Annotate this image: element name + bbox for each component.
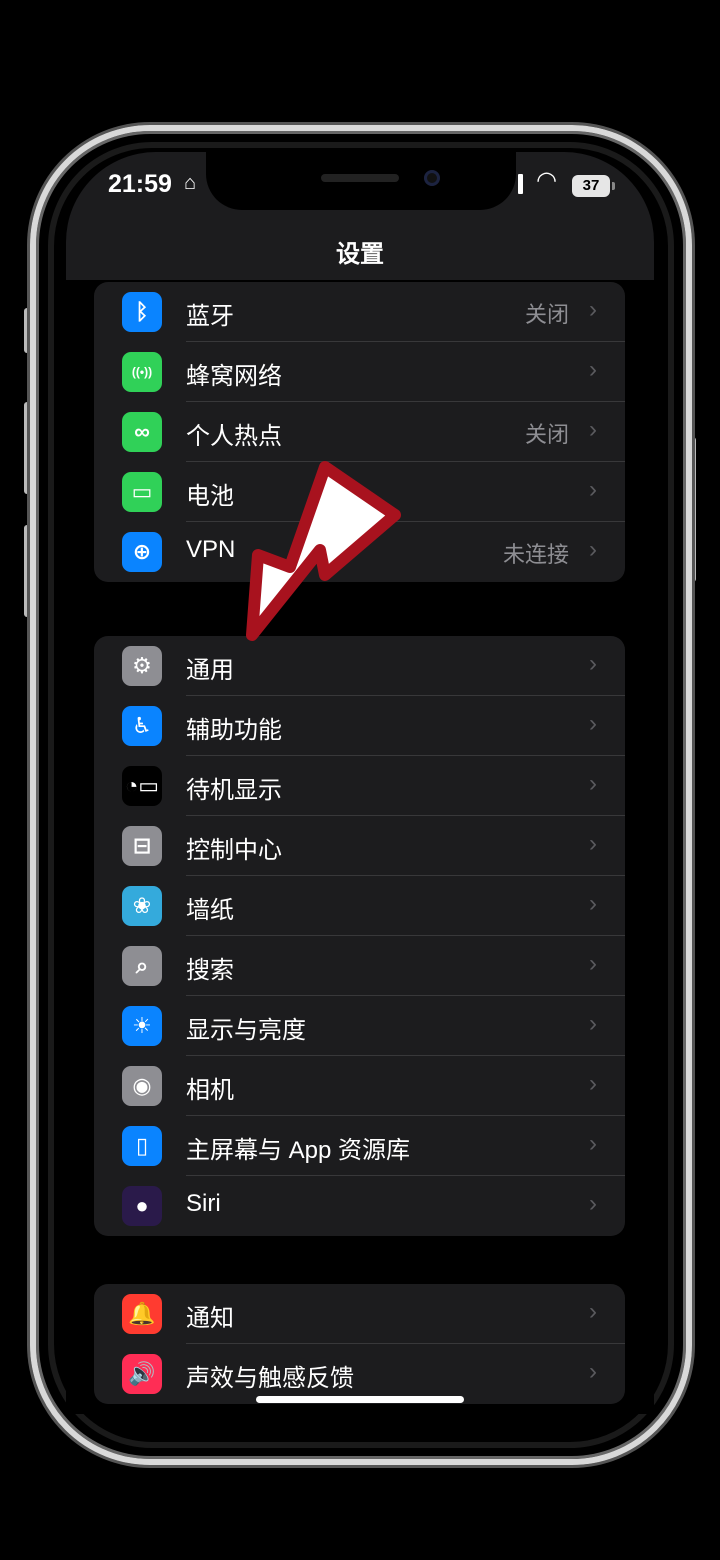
row-label: 墙纸 [186,897,234,924]
bluetooth-icon: ᛒ [122,292,162,332]
signal-icon [518,174,523,194]
home-screen-icon: ▯ [122,1126,162,1166]
chevron-right-icon: › [589,890,597,917]
hotspot-icon: ∞ [122,412,162,452]
nav-bar: 设置 [66,230,654,280]
chevron-right-icon: › [589,1298,597,1325]
row-label: 电池 [186,483,234,510]
row-label: VPN [186,536,236,563]
battery-indicator: 37 [572,175,615,197]
chevron-right-icon: › [589,356,597,383]
row-label: 蓝牙 [186,303,234,330]
chevron-right-icon: › [589,1358,597,1385]
wallpaper-icon: ❀ [122,886,162,926]
settings-row-camera[interactable]: ◉ 相机 › [94,1056,625,1116]
accessibility-icon: ♿ [122,706,162,746]
row-label: 控制中心 [186,837,282,864]
row-label: 显示与亮度 [186,1017,306,1044]
settings-row-brightness[interactable]: ☀ 显示与亮度 › [94,996,625,1056]
general-group: ⚙ 通用 › ♿ 辅助功能 › ◔▭ 待机显示 › ⊟ 控制中心 › ❀ 墙纸 › ⌕ 搜索 › ☀ 显示与亮度 › ◉ 相… [94,636,625,1236]
page-title: 设置 [336,241,384,268]
gear-icon: ⚙ [122,646,162,686]
search-icon: ⌕ [122,946,162,986]
settings-row-accessibility[interactable]: ♿ 辅助功能 › [94,696,625,756]
chevron-right-icon: › [589,296,597,323]
settings-row-search[interactable]: ⌕ 搜索 › [94,936,625,996]
settings-row-hotspot[interactable]: ∞ 个人热点 关闭 › [94,402,625,462]
row-label: Siri [186,1190,221,1217]
settings-row-cellular[interactable]: ((•)) 蜂窝网络 › [94,342,625,402]
home-indicator[interactable] [256,1396,464,1403]
chevron-right-icon: › [589,416,597,443]
settings-row-standby[interactable]: ◔▭ 待机显示 › [94,756,625,816]
notifications-group: 🔔 通知 › 🔊 声效与触感反馈 › [94,1284,625,1404]
wifi-icon: ◠ [536,167,557,194]
cellular-icon: ((•)) [122,352,162,392]
settings-row-home-screen[interactable]: ▯ 主屏幕与 App 资源库 › [94,1116,625,1176]
notification-icon: 🔔 [122,1294,162,1334]
chevron-right-icon: › [589,710,597,737]
chevron-right-icon: › [589,476,597,503]
row-label: 通用 [186,657,234,684]
siri-icon: ● [122,1186,162,1226]
chevron-right-icon: › [589,770,597,797]
row-label: 声效与触感反馈 [186,1365,354,1392]
settings-row-control-center[interactable]: ⊟ 控制中心 › [94,816,625,876]
status-time: 21:59 [108,170,172,198]
chevron-right-icon: › [589,1070,597,1097]
chevron-right-icon: › [589,536,597,563]
chevron-right-icon: › [589,830,597,857]
settings-row-bluetooth[interactable]: ᛒ 蓝牙 关闭 › [94,282,625,342]
row-value: 关闭 [524,302,569,327]
standby-icon: ◔▭ [122,766,162,806]
settings-row-sound[interactable]: 🔊 声效与触感反馈 › [94,1344,625,1404]
row-label: 搜索 [186,957,234,984]
control-center-icon: ⊟ [122,826,162,866]
row-label: 辅助功能 [186,717,282,744]
chevron-right-icon: › [589,950,597,977]
chevron-right-icon: › [589,650,597,677]
sound-icon: 🔊 [122,1354,162,1394]
row-value: 未连接 [502,542,569,567]
settings-row-siri[interactable]: ● Siri › [94,1176,625,1236]
annotation-arrow [246,461,401,641]
camera-icon: ◉ [122,1066,162,1106]
battery-icon: ▭ [122,472,162,512]
row-label: 待机显示 [186,777,282,804]
chevron-right-icon: › [589,1010,597,1037]
speaker [321,174,399,182]
row-label: 个人热点 [186,423,282,450]
settings-screen: 21:59 ⌂ ◠ 37 设置 ᛒ 蓝牙 关闭 › ((•)) 蜂窝网络 › ∞ 个人热点 关闭 ›… [66,152,654,1414]
settings-row-wallpaper[interactable]: ❀ 墙纸 › [94,876,625,936]
chevron-right-icon: › [589,1190,597,1217]
brightness-icon: ☀ [122,1006,162,1046]
chevron-right-icon: › [589,1130,597,1157]
front-camera [424,170,440,186]
vpn-icon: ⊕ [122,532,162,572]
row-label: 相机 [186,1077,234,1104]
settings-row-notification[interactable]: 🔔 通知 › [94,1284,625,1344]
row-label: 蜂窝网络 [186,363,282,390]
row-label: 通知 [186,1305,234,1332]
status-bar: 21:59 ⌂ ◠ 37 [66,152,654,230]
location-icon: ⌂ [184,172,197,194]
row-value: 关闭 [524,422,569,447]
row-label: 主屏幕与 App 资源库 [186,1137,411,1164]
